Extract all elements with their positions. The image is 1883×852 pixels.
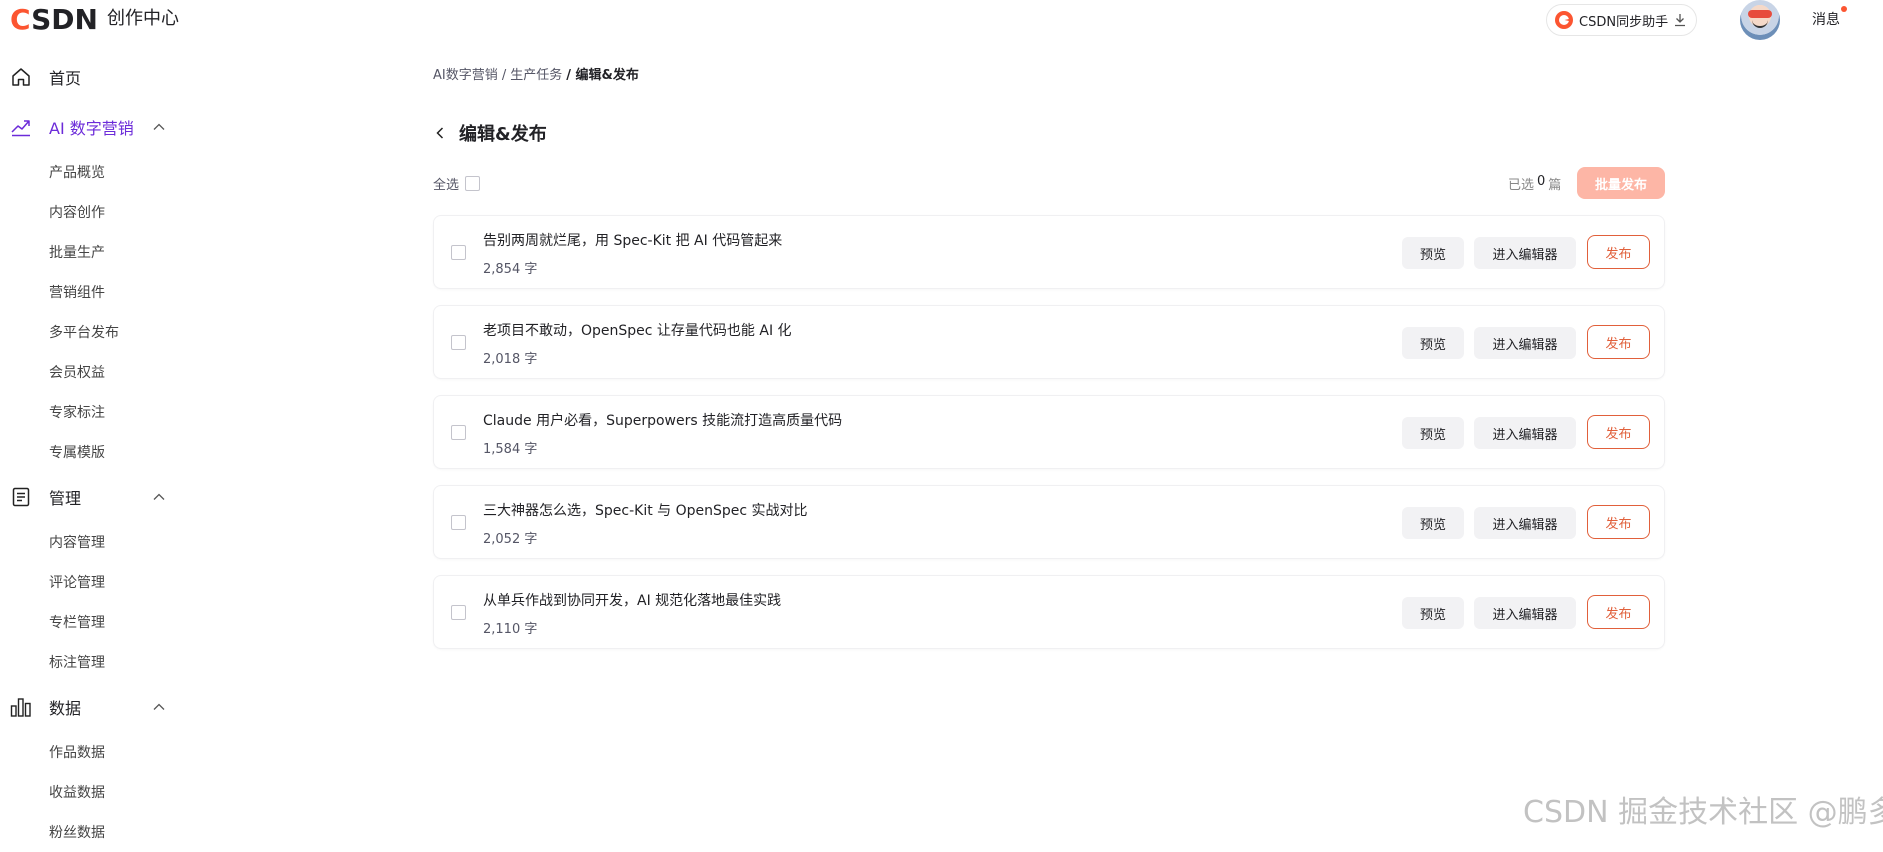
chevron-up-icon[interactable] [152,490,166,504]
article-list: 告别两周就烂尾，用 Spec-Kit 把 AI 代码管起来 2,854 字 预览… [433,215,1665,665]
publish-button[interactable]: 发布 [1587,325,1650,359]
sidebar-item-expert-annotation[interactable]: 专家标注 [0,392,220,432]
article-word-count: 2,854 字 [483,262,538,277]
creation-center-title: 创作中心 [107,8,179,29]
home-icon [12,68,30,86]
sidebar-group-data[interactable]: 数据 [0,682,220,732]
sidebar: 首页 AI 数字营销 产品概览 内容创作 批量生产 营销组件 多平台发布 会员权… [0,52,220,852]
select-all-checkbox[interactable] [465,176,481,191]
breadcrumb-current: / 编辑&发布 [566,68,639,83]
open-editor-button[interactable]: 进入编辑器 [1474,597,1576,629]
article-title: 从单兵作战到协同开发，AI 规范化落地最佳实践 [483,593,782,609]
sidebar-item-home[interactable]: 首页 [0,52,220,102]
article-row: Claude 用户必看，Superpowers 技能流打造高质量代码 1,584… [433,395,1665,469]
sidebar-item-comment-management[interactable]: 评论管理 [0,562,220,602]
csdn-sync-logo-icon [1555,11,1573,29]
breadcrumb-production-tasks[interactable]: 生产任务 [510,64,562,83]
sidebar-item-works-data[interactable]: 作品数据 [0,732,220,772]
open-editor-button[interactable]: 进入编辑器 [1474,417,1576,449]
sidebar-item-content-creation[interactable]: 内容创作 [0,192,220,232]
preview-button[interactable]: 预览 [1402,237,1464,269]
article-title: 老项目不敢动，OpenSpec 让存量代码也能 AI 化 [483,323,792,339]
article-checkbox[interactable] [451,425,466,440]
article-word-count: 2,018 字 [483,352,538,367]
bar-chart-icon [10,698,31,717]
logo-rest: SDN [31,3,98,36]
publish-button[interactable]: 发布 [1587,595,1650,629]
preview-button[interactable]: 预览 [1402,597,1464,629]
messages-link[interactable]: 消息 [1812,9,1840,29]
select-all[interactable]: 全选 [433,174,481,193]
article-word-count: 1,584 字 [483,442,538,457]
open-editor-button[interactable]: 进入编辑器 [1474,327,1576,359]
article-row: 告别两周就烂尾，用 Spec-Kit 把 AI 代码管起来 2,854 字 预览… [433,215,1665,289]
sidebar-item-batch-production[interactable]: 批量生产 [0,232,220,272]
article-checkbox[interactable] [451,605,466,620]
sidebar-group-label: AI 数字营销 [49,119,134,138]
article-word-count: 2,052 字 [483,532,538,547]
breadcrumb-ai-marketing[interactable]: AI数字营销 / [433,64,506,83]
article-row: 老项目不敢动，OpenSpec 让存量代码也能 AI 化 2,018 字 预览 … [433,305,1665,379]
publish-button[interactable]: 发布 [1587,505,1650,539]
selected-count: 已选 0 篇 [1508,174,1561,193]
sidebar-item-member-benefits[interactable]: 会员权益 [0,352,220,392]
sync-helper-label: CSDN同步助手 [1579,14,1669,30]
sidebar-item-column-management[interactable]: 专栏管理 [0,602,220,642]
document-icon [12,487,30,507]
open-editor-button[interactable]: 进入编辑器 [1474,237,1576,269]
selected-suffix: 篇 [1548,178,1562,193]
top-bar: CSDN 创作中心 CSDN同步助手 消息 [0,0,1883,44]
unread-dot [1841,6,1847,12]
publish-button[interactable]: 发布 [1587,235,1650,269]
page-title: 编辑&发布 [459,124,547,145]
sidebar-item-product-overview[interactable]: 产品概览 [0,152,220,192]
select-all-label: 全选 [433,178,460,193]
sidebar-group-management[interactable]: 管理 [0,472,220,522]
sidebar-item-fans-data[interactable]: 粉丝数据 [0,812,220,852]
sidebar-item-content-management[interactable]: 内容管理 [0,522,220,562]
chevron-up-icon[interactable] [152,700,166,714]
sidebar-item-multi-platform-publish[interactable]: 多平台发布 [0,312,220,352]
trend-chart-icon [11,120,30,137]
article-row: 三大神器怎么选，Spec-Kit 与 OpenSpec 实战对比 2,052 字… [433,485,1665,559]
article-title: 告别两周就烂尾，用 Spec-Kit 把 AI 代码管起来 [483,233,783,249]
sidebar-group-label: 数据 [49,699,82,718]
preview-button[interactable]: 预览 [1402,507,1464,539]
back-arrow-icon[interactable] [433,126,447,140]
sidebar-item-label: 首页 [49,69,82,88]
preview-button[interactable]: 预览 [1402,327,1464,359]
selected-prefix: 已选 [1508,178,1535,193]
article-title: Claude 用户必看，Superpowers 技能流打造高质量代码 [483,413,843,429]
sidebar-group-label: 管理 [49,489,82,508]
sync-helper-button[interactable]: CSDN同步助手 [1546,4,1698,36]
open-editor-button[interactable]: 进入编辑器 [1474,507,1576,539]
sidebar-item-annotation-management[interactable]: 标注管理 [0,642,220,682]
breadcrumb: AI数字营销 / 生产任务 / 编辑&发布 [433,64,639,83]
download-icon [1675,14,1686,27]
watermark: CSDN 掘金技术社区 @鹏多多 [1523,795,1883,830]
sidebar-group-ai-marketing[interactable]: AI 数字营销 [0,102,220,152]
publish-button[interactable]: 发布 [1587,415,1650,449]
chevron-up-icon[interactable] [152,120,166,134]
sidebar-item-marketing-widgets[interactable]: 营销组件 [0,272,220,312]
article-checkbox[interactable] [451,335,466,350]
sidebar-item-revenue-data[interactable]: 收益数据 [0,772,220,812]
csdn-logo[interactable]: CSDN [10,2,98,38]
article-title: 三大神器怎么选，Spec-Kit 与 OpenSpec 实战对比 [483,503,808,519]
article-checkbox[interactable] [451,515,466,530]
preview-button[interactable]: 预览 [1402,417,1464,449]
selected-number: 0 [1537,174,1546,189]
sidebar-item-exclusive-templates[interactable]: 专属模版 [0,432,220,472]
batch-publish-button[interactable]: 批量发布 [1577,167,1665,199]
article-checkbox[interactable] [451,245,466,260]
avatar[interactable] [1740,0,1780,40]
page-title-row: 编辑&发布 [433,120,547,146]
article-row: 从单兵作战到协同开发，AI 规范化落地最佳实践 2,110 字 预览 进入编辑器… [433,575,1665,649]
article-word-count: 2,110 字 [483,622,538,637]
